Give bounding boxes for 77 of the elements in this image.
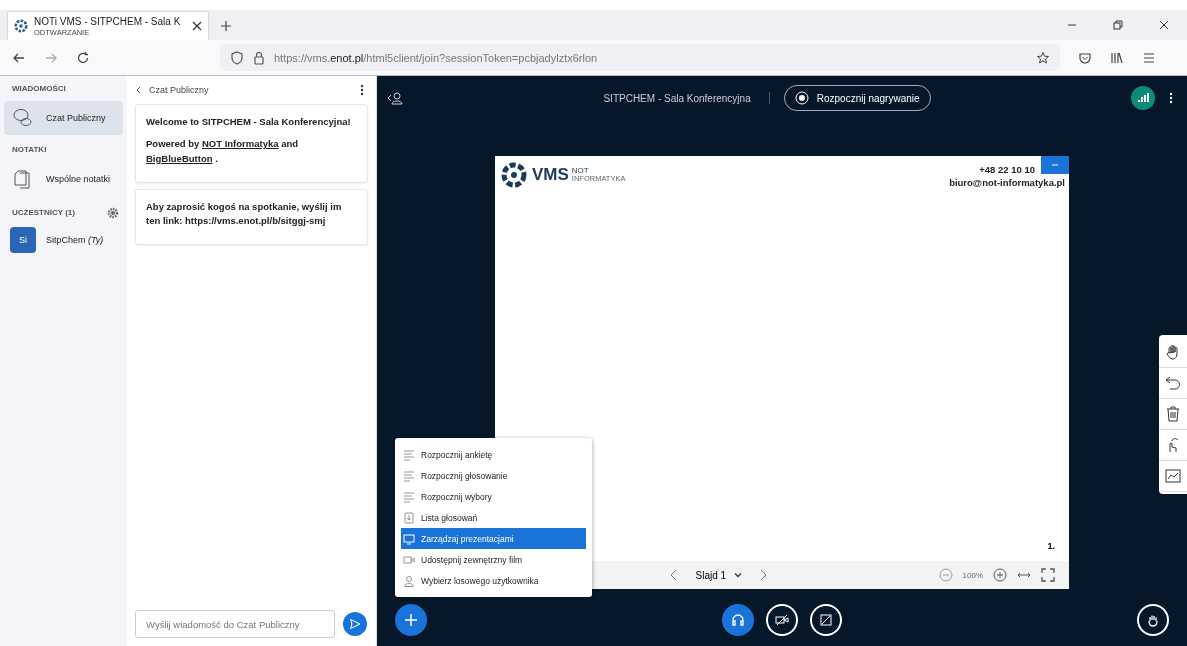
sidebar-item[interactable]: Wspólne notatki <box>4 162 123 196</box>
logo-text: VMS <box>532 165 569 185</box>
chevron-down-icon <box>734 571 743 579</box>
url-text: https://vms.enot.pl/html5client/join?sessionToken=pcbjadylztx6rlon <box>274 51 598 64</box>
chat-icon <box>12 107 34 129</box>
section-heading: WIADOMOŚCI <box>11 83 67 95</box>
restore-icon[interactable] <box>1112 19 1124 31</box>
settings-icon[interactable] <box>107 206 119 219</box>
slide-phone: +48 22 10 10 <box>979 164 1035 175</box>
chevron-left-icon <box>135 86 143 94</box>
headphones-icon <box>731 613 745 627</box>
message-text: Aby zaprosić kogoś na spotkanie, wyślij im ten link: https://vms.enot.pl/b/sitggj-smj <box>146 200 342 226</box>
list-icon <box>403 490 415 503</box>
gear-icon <box>499 160 529 190</box>
monitor-icon <box>403 532 415 545</box>
user-avatar: Si <box>10 227 36 253</box>
reload-icon[interactable] <box>76 50 90 65</box>
back-link[interactable]: Czat Publiczny <box>135 85 209 95</box>
camera-button[interactable] <box>766 604 798 636</box>
audio-button[interactable] <box>722 604 754 636</box>
video-icon <box>403 553 415 566</box>
send-button[interactable] <box>343 612 367 636</box>
minus-icon <box>1051 161 1059 169</box>
menu-item[interactable]: Rozpocznij wybory <box>401 486 586 507</box>
message-text: . <box>215 152 218 164</box>
participant-name: SitpChem (Ty) <box>46 235 104 245</box>
new-tab-icon[interactable] <box>220 20 232 32</box>
slide-page-number: 1. <box>1047 541 1055 551</box>
list-icon <box>403 448 415 461</box>
shield-icon <box>230 50 244 65</box>
slide-email: biuro@not-informatyka.pl <box>949 177 1065 188</box>
message-input[interactable]: Wyślij wiadomość do Czat Publiczny <box>135 610 335 638</box>
address-bar[interactable]: https://vms.enot.pl/html5client/join?sessionToken=pcbjadylztx6rlon <box>220 44 1060 71</box>
menu-item[interactable]: Wybierz losowego użytkownika <box>401 570 586 591</box>
participant-item[interactable]: Si SitpChem (Ty) <box>4 219 123 261</box>
message-link[interactable]: BigBlueButton <box>146 152 213 164</box>
menu-icon[interactable] <box>1142 50 1156 65</box>
actions-button[interactable] <box>395 604 427 636</box>
message-link[interactable]: NOT Informatyka <box>201 138 279 150</box>
plus-icon <box>404 613 418 627</box>
user-icon <box>403 574 415 587</box>
close-icon[interactable] <box>1158 19 1170 31</box>
gear-icon <box>14 19 28 33</box>
zoom-level: 100% <box>962 570 983 580</box>
users-toggle-icon[interactable] <box>387 90 403 106</box>
slide-selector[interactable]: Slajd 1 <box>695 569 743 581</box>
menu-item[interactable]: Lista głosowań <box>401 507 586 528</box>
connection-icon[interactable] <box>1131 86 1155 110</box>
lock-icon <box>252 50 266 65</box>
library-icon[interactable] <box>1110 50 1124 65</box>
close-icon[interactable] <box>192 21 202 31</box>
list-icon <box>403 469 415 482</box>
pocket-icon[interactable] <box>1078 50 1092 65</box>
section-heading: UCZESTNICY (1) <box>11 207 76 219</box>
hand-icon <box>1146 613 1160 627</box>
raise-hand-button[interactable] <box>1137 604 1169 636</box>
screen-share-button[interactable] <box>810 604 842 636</box>
screen-share-off-icon <box>819 613 833 627</box>
fullscreen-icon[interactable] <box>1041 568 1055 582</box>
meeting-title: SITPCHEM - Sala Konferencyjna <box>603 92 751 104</box>
send-icon <box>349 618 361 630</box>
download-icon <box>403 511 415 524</box>
message-text: Welcome to SITPCHEM - Sala Konferencyjna! <box>146 116 351 127</box>
record-icon <box>794 91 809 105</box>
star-icon[interactable] <box>1036 50 1050 65</box>
message-text: and <box>281 138 299 150</box>
camera-off-icon <box>775 613 789 627</box>
message-text: Powered by <box>146 138 200 150</box>
tab-title: NOTi VMS - SITPCHEM - Sala K <box>34 15 182 28</box>
logo-text: NOT <box>571 167 590 176</box>
menu-item[interactable]: Udostępnij zewnętrzny film <box>401 549 586 570</box>
sidebar-item[interactable]: Czat Publiczny <box>4 101 123 135</box>
menu-item[interactable]: Rozpocznij głosowanie <box>401 465 586 486</box>
menu-item[interactable]: Rozpocznij ankietę <box>401 444 586 465</box>
section-heading: NOTATKI <box>11 144 48 156</box>
menu-item[interactable]: Zarządzaj prezentacjami <box>401 528 586 549</box>
zoom-in-icon[interactable] <box>993 568 1007 582</box>
